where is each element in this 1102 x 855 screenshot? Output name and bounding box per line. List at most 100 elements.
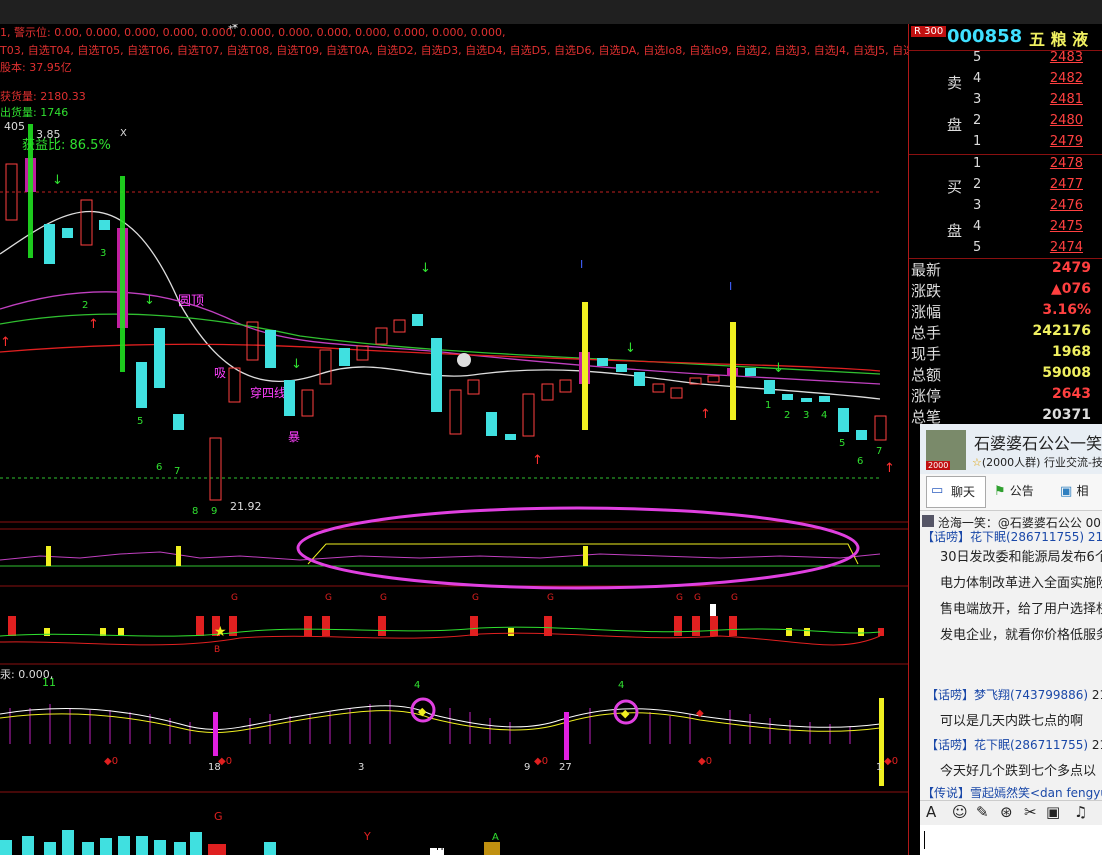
message-line-1: 30日发改委和能源局发布6个 <box>940 550 1102 565</box>
message-text-2: 可以是几天内跌七点的啊 <box>940 714 1084 729</box>
group-avatar[interactable]: 2000 <box>926 430 966 470</box>
stat-label: 最新 <box>911 261 942 279</box>
order-level: 4 <box>973 219 982 234</box>
svg-text:◆0: ◆0 <box>218 756 232 767</box>
message-line-4: 发电企业，就看你价格低服务 <box>940 628 1102 643</box>
svg-text:3: 3 <box>803 410 809 421</box>
svg-text:4: 4 <box>618 680 624 691</box>
shake-icon[interactable]: ✎ <box>976 803 989 821</box>
message-user[interactable]: 花下眠(286711755) <box>974 738 1088 752</box>
quote-stat-row: 总笔 20371 <box>909 405 1102 426</box>
svg-text:X: X <box>120 128 127 139</box>
tab-notice[interactable]: ⚑ 公告 <box>994 482 1034 499</box>
svg-text:G: G <box>472 593 479 603</box>
svg-text:G: G <box>731 593 738 603</box>
order-level: 4 <box>973 71 982 86</box>
message-header-4[interactable]: 【传说】雪起嫣然笑<dan fengyu <box>922 784 1102 801</box>
message-header-3[interactable]: 【话唠】花下眠(286711755) 21: <box>926 736 1102 753</box>
stat-value: ▲076 <box>1051 281 1091 297</box>
order-level: 5 <box>973 240 982 255</box>
chart-canvas: ↓ ↓ ↓ ↓ ↓ ↓ ↑ ↑ ↑ ↑ ↑ 2 3 5 6 7 8 9 1 2 3 4 5 6 7… <box>0 24 908 855</box>
message-header-2[interactable]: 【话唠】梦飞翔(743799886) 21: <box>926 686 1102 703</box>
sell-order-row[interactable]: 4 2482 <box>909 69 1102 90</box>
svg-text:↓: ↓ <box>420 261 431 276</box>
order-level: 3 <box>973 198 982 213</box>
order-price: 2479 <box>1049 134 1083 149</box>
svg-text:1: 1 <box>876 762 882 773</box>
chat-input[interactable] <box>920 825 1102 855</box>
svg-text:◆: ◆ <box>696 708 704 719</box>
svg-text:◆: ◆ <box>621 707 630 720</box>
stat-label: 涨停 <box>911 387 942 405</box>
message-line-2: 电力体制改革进入全面实施阶 <box>940 576 1102 591</box>
screenshot-icon[interactable]: ✂ <box>1024 803 1037 821</box>
avatar-badge: 2000 <box>926 461 951 470</box>
svg-text:3: 3 <box>100 248 106 259</box>
star-icon: ☆ <box>972 456 982 469</box>
svg-text:★: ★ <box>214 624 227 640</box>
stat-label: 总额 <box>911 366 942 384</box>
message-user[interactable]: 梦飞翔(743799886) <box>974 688 1088 702</box>
svg-text:↑: ↑ <box>88 317 99 332</box>
svg-text:Y: Y <box>363 830 371 843</box>
tab-chat-label: 聊天 <box>951 485 976 499</box>
sell-order-row[interactable]: 2 2480 <box>909 111 1102 132</box>
buy-order-row[interactable]: 4 2475 <box>909 217 1102 238</box>
sell-order-row[interactable]: 1 2479 <box>909 132 1102 153</box>
svg-text:◆0: ◆0 <box>534 756 548 767</box>
stat-value: 20371 <box>1042 407 1091 423</box>
buy-order-row[interactable]: 2 2477 <box>909 175 1102 196</box>
svg-text:6: 6 <box>857 456 863 467</box>
quote-stat-row: 总额 59008 <box>909 363 1102 384</box>
gift-icon[interactable]: ⊛ <box>1000 803 1013 821</box>
svg-text:4: 4 <box>414 680 420 691</box>
kline-chart-area[interactable]: 1, 警示位: 0.00, 0.000, 0.000, 0.000, 0.000… <box>0 24 924 855</box>
bar-indicator: ★ <box>0 604 884 646</box>
qq-group-chat[interactable]: 2000 石婆婆石公公一笑 ☆(2000人群) 行业交流-技 ▭ 聊天 ⚑ 公告… <box>920 424 1102 855</box>
svg-text:A: A <box>492 832 499 843</box>
buy-order-row[interactable]: 1 2478 <box>909 154 1102 175</box>
svg-text:↓: ↓ <box>773 361 784 376</box>
svg-text:9: 9 <box>524 762 530 773</box>
stat-value: 3.16% <box>1042 302 1091 318</box>
buy-order-row[interactable]: 3 2476 <box>909 196 1102 217</box>
message-tag: 【话唠】 <box>926 738 975 752</box>
sell-order-row[interactable]: 5 2483 <box>909 48 1102 69</box>
order-price: 2482 <box>1049 71 1083 86</box>
svg-text:6: 6 <box>156 462 162 473</box>
stock-code: 000858 <box>947 26 1023 47</box>
stat-label: 涨跌 <box>911 282 942 300</box>
count-numbers: 2 3 5 6 7 8 9 1 2 3 4 5 6 7 <box>82 248 882 517</box>
buy-order-row[interactable]: 5 2474 <box>909 238 1102 259</box>
stat-value: 2643 <box>1052 386 1091 402</box>
quote-stat-row: 现手 1968 <box>909 342 1102 363</box>
svg-text:↓: ↓ <box>144 293 155 308</box>
svg-text:↑: ↑ <box>884 461 895 476</box>
font-icon[interactable]: A <box>926 803 936 821</box>
order-level: 2 <box>973 113 982 128</box>
sell-order-row[interactable]: 3 2481 <box>909 90 1102 111</box>
message-time: 21: <box>1091 738 1102 752</box>
order-price: 2481 <box>1049 92 1083 107</box>
svg-text:↓: ↓ <box>52 173 63 188</box>
tab-album[interactable]: ▣ 相 <box>1060 482 1088 499</box>
face-icon <box>457 353 471 367</box>
quote-stat-row: 涨跌 ▲076 <box>909 279 1102 300</box>
user-avatar-icon <box>922 515 934 527</box>
partial-message-header: 【话唠】花下眠(286711755) 21: <box>922 530 1102 544</box>
svg-text:◆: ◆ <box>418 705 427 718</box>
quote-stat-row: 涨幅 3.16% <box>909 300 1102 321</box>
image-send-icon[interactable]: ▣ <box>1046 803 1060 821</box>
svg-text:↑: ↑ <box>0 335 11 350</box>
music-icon[interactable]: ♫ <box>1074 803 1087 821</box>
image-icon: ▣ <box>1060 484 1073 499</box>
svg-text:7: 7 <box>174 466 180 477</box>
order-price: 2474 <box>1049 240 1083 255</box>
tab-chat[interactable]: ▭ 聊天 <box>926 476 986 508</box>
svg-text:9: 9 <box>211 506 217 517</box>
order-price: 2476 <box>1049 198 1083 213</box>
emoji-icon[interactable]: ☺ <box>952 803 968 821</box>
group-name[interactable]: 石婆婆石公公一笑 <box>974 430 1102 454</box>
order-price: 2480 <box>1049 113 1083 128</box>
svg-text:*: * <box>232 24 238 35</box>
